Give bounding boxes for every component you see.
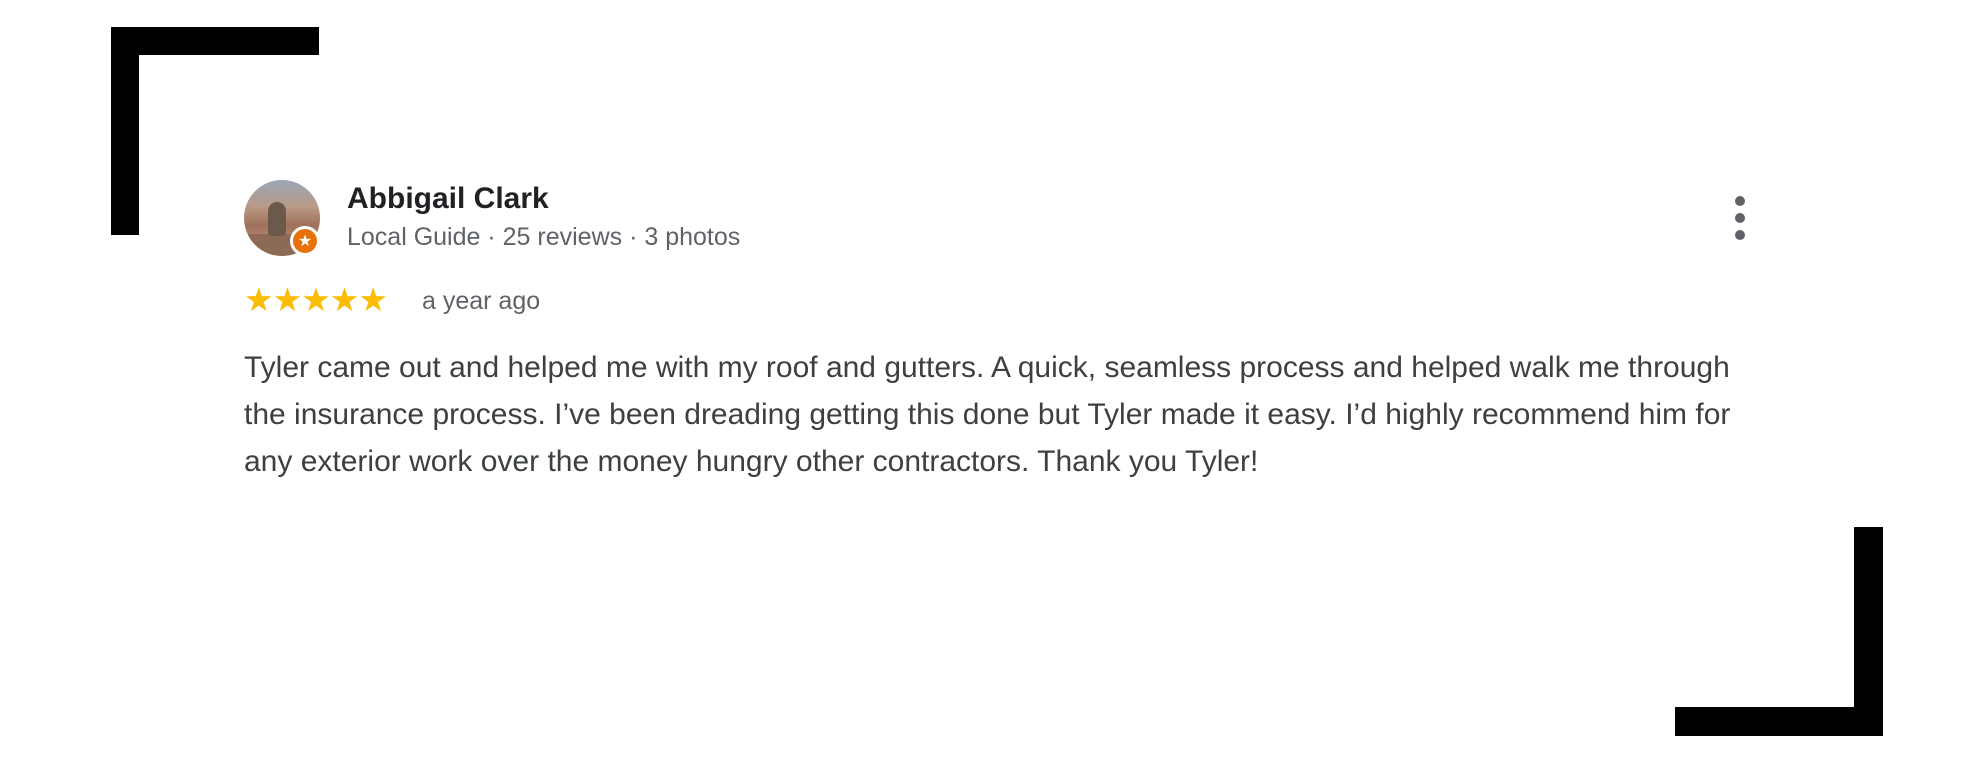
- corner-bracket-bottom-right-vertical: [1854, 527, 1883, 736]
- star-icon: ★: [244, 280, 274, 319]
- star-icon: ★: [301, 280, 331, 319]
- star-icon: ★: [272, 280, 303, 319]
- star-badge-icon: ★: [290, 226, 320, 256]
- star-rating: ★★★★★: [244, 280, 388, 320]
- review-date: a year ago: [422, 287, 541, 315]
- more-dot: [1735, 196, 1745, 206]
- review-text: Tyler came out and helped me with my roo…: [244, 351, 1731, 478]
- avatar-photo-figure: [268, 202, 286, 236]
- more-dot: [1735, 213, 1745, 223]
- star-icon: ★: [329, 280, 360, 319]
- more-dot: [1735, 230, 1745, 240]
- author-meta: Local Guide · 25 reviews · 3 photos: [347, 223, 741, 251]
- avatar[interactable]: ★: [244, 180, 320, 256]
- author-name[interactable]: Abbigail Clark: [347, 180, 549, 218]
- star-icon: ★: [358, 280, 388, 319]
- corner-bracket-bottom-right-horizontal: [1675, 707, 1883, 736]
- more-vert-icon[interactable]: [1726, 194, 1754, 242]
- corner-bracket-top-left-vertical: [111, 27, 139, 235]
- corner-bracket-top-left-horizontal: [111, 27, 319, 55]
